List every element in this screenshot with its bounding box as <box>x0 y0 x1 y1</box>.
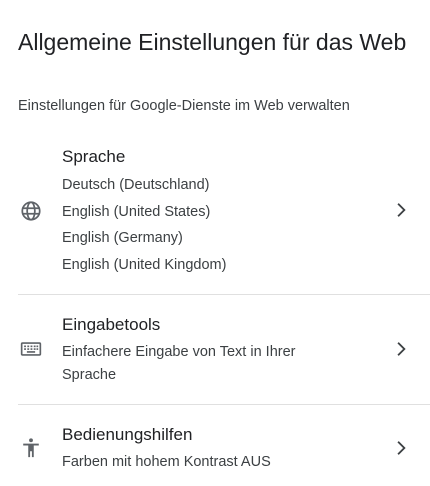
keyboard-icon <box>19 337 43 361</box>
globe-icon <box>19 199 43 223</box>
chevron-right-icon[interactable] <box>389 337 413 361</box>
divider <box>18 404 430 405</box>
page-title: Allgemeine Einstellungen für das Web <box>18 29 407 55</box>
setting-language-label: Sprache <box>62 147 126 166</box>
setting-accessibility-text: Bedienungshilfen Farben mit hohem Kontra… <box>62 424 362 474</box>
setting-accessibility[interactable]: Bedienungshilfen Farben mit hohem Kontra… <box>0 418 430 482</box>
language-item: English (United States) <box>62 203 211 220</box>
setting-input-tools-text: Eingabetools Einfachere Eingabe von Text… <box>62 314 362 387</box>
accessibility-icon <box>19 436 43 460</box>
setting-input-tools-label: Eingabetools <box>62 315 161 334</box>
setting-input-tools[interactable]: Eingabetools Einfachere Eingabe von Text… <box>0 308 430 398</box>
setting-language-text: Sprache Deutsch (Deutschland) English (U… <box>62 146 362 278</box>
chevron-right-icon[interactable] <box>389 198 413 222</box>
divider <box>18 294 430 295</box>
language-item: English (United Kingdom) <box>62 256 227 273</box>
setting-accessibility-description: Farben mit hohem Kontrast AUS <box>62 454 271 470</box>
language-item: English (Germany) <box>62 230 183 246</box>
chevron-right-icon[interactable] <box>389 436 413 460</box>
general-web-settings-page: Allgemeine Einstellungen für das Web Ein… <box>0 0 430 486</box>
language-item: Deutsch (Deutschland) <box>62 177 210 193</box>
setting-language[interactable]: Sprache Deutsch (Deutschland) English (U… <box>0 140 430 280</box>
setting-accessibility-label: Bedienungshilfen <box>62 425 193 444</box>
page-subtitle: Einstellungen für Google-Dienste im Web … <box>18 98 350 114</box>
setting-input-tools-description: Einfachere Eingabe von Text in Ihrer Spr… <box>62 344 296 383</box>
